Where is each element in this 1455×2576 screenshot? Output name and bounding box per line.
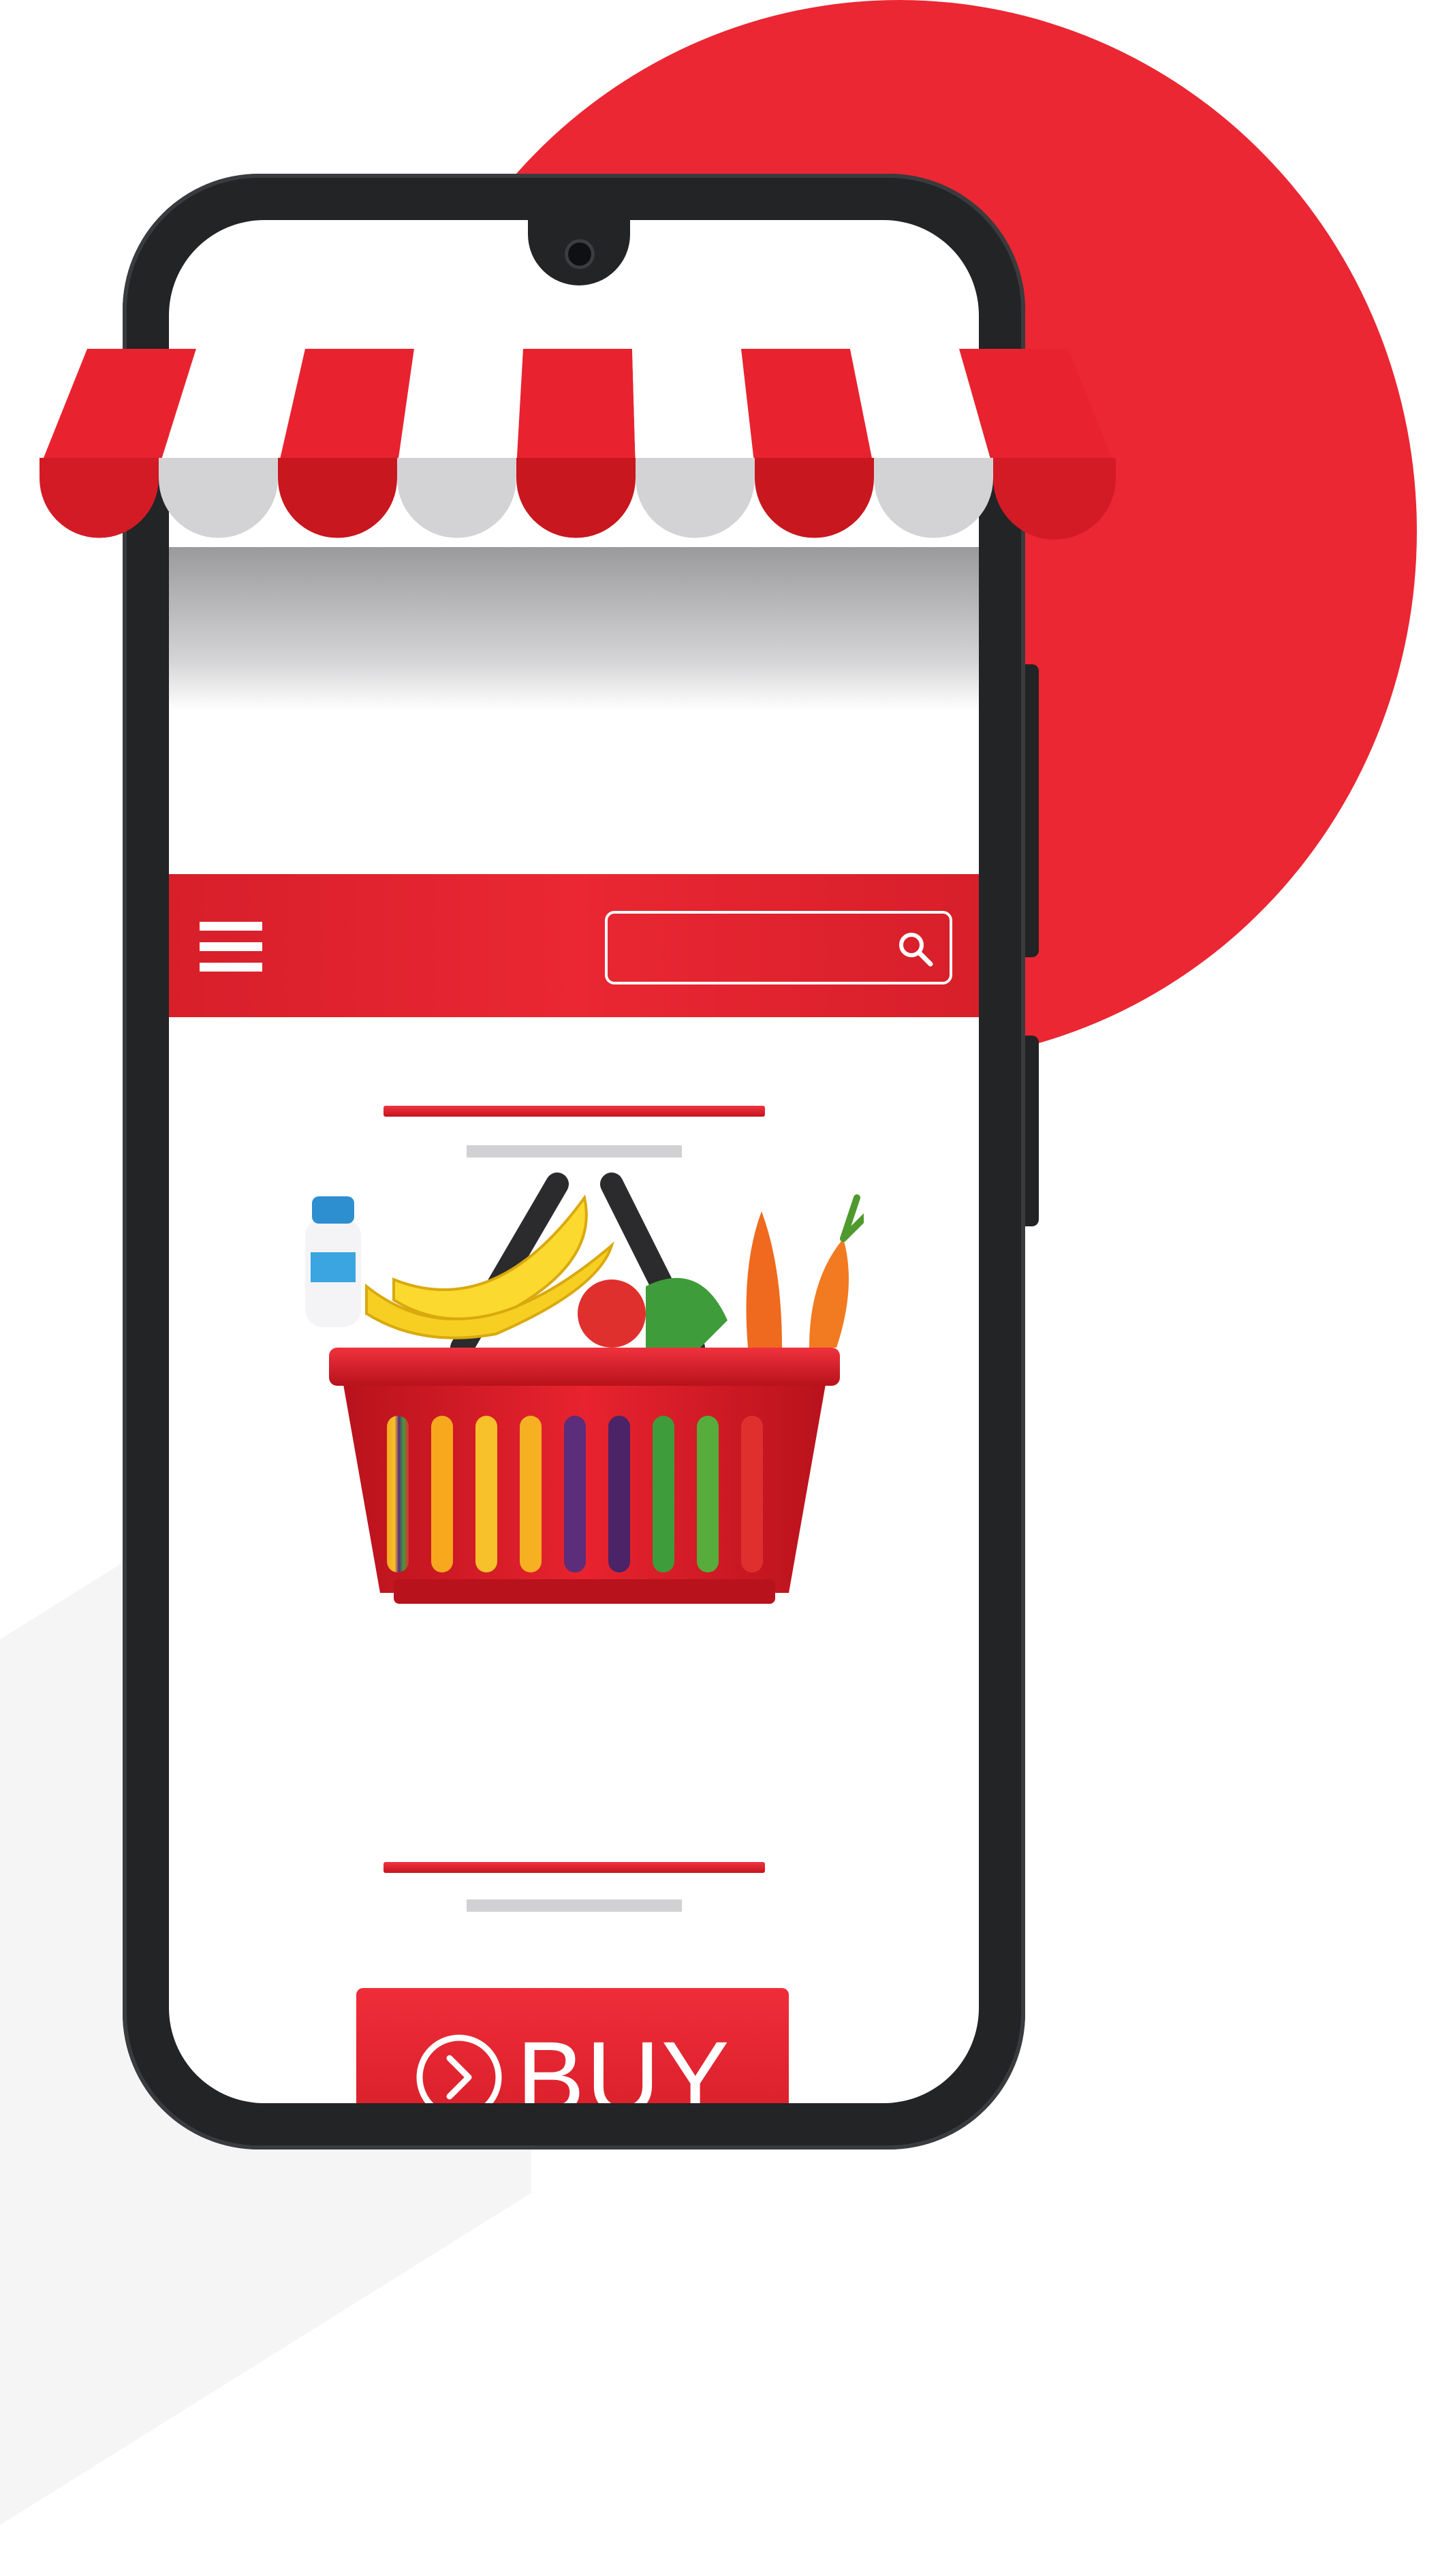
basket-base: [394, 1579, 775, 1604]
search-icon[interactable]: [895, 929, 936, 969]
basket-slots: [387, 1416, 763, 1572]
buy-button-label: BUY: [516, 2020, 731, 2103]
app-header: [169, 874, 979, 1017]
product-title-placeholder: [384, 1106, 765, 1117]
milk-bottle-icon: [305, 1196, 361, 1327]
phone-notch: [528, 220, 630, 285]
shop-awning: [40, 349, 1116, 540]
hamburger-menu-icon[interactable]: [200, 922, 262, 976]
carrot-icon: [809, 1239, 849, 1348]
banana-icon: [365, 1194, 614, 1339]
chevron-circle-right-icon: [416, 2034, 502, 2103]
tomato-icon: [578, 1279, 646, 1348]
buy-button[interactable]: BUY: [356, 1988, 789, 2103]
awning-shadow: [169, 547, 979, 711]
product-detail-placeholder: [467, 1899, 682, 1912]
camera-icon: [565, 239, 595, 269]
pepper-icon: [646, 1277, 728, 1348]
product-price-placeholder: [384, 1862, 765, 1873]
carrot-icon: [746, 1211, 782, 1348]
basket-rim: [329, 1348, 840, 1386]
grocery-basket-image: [305, 1173, 864, 1604]
